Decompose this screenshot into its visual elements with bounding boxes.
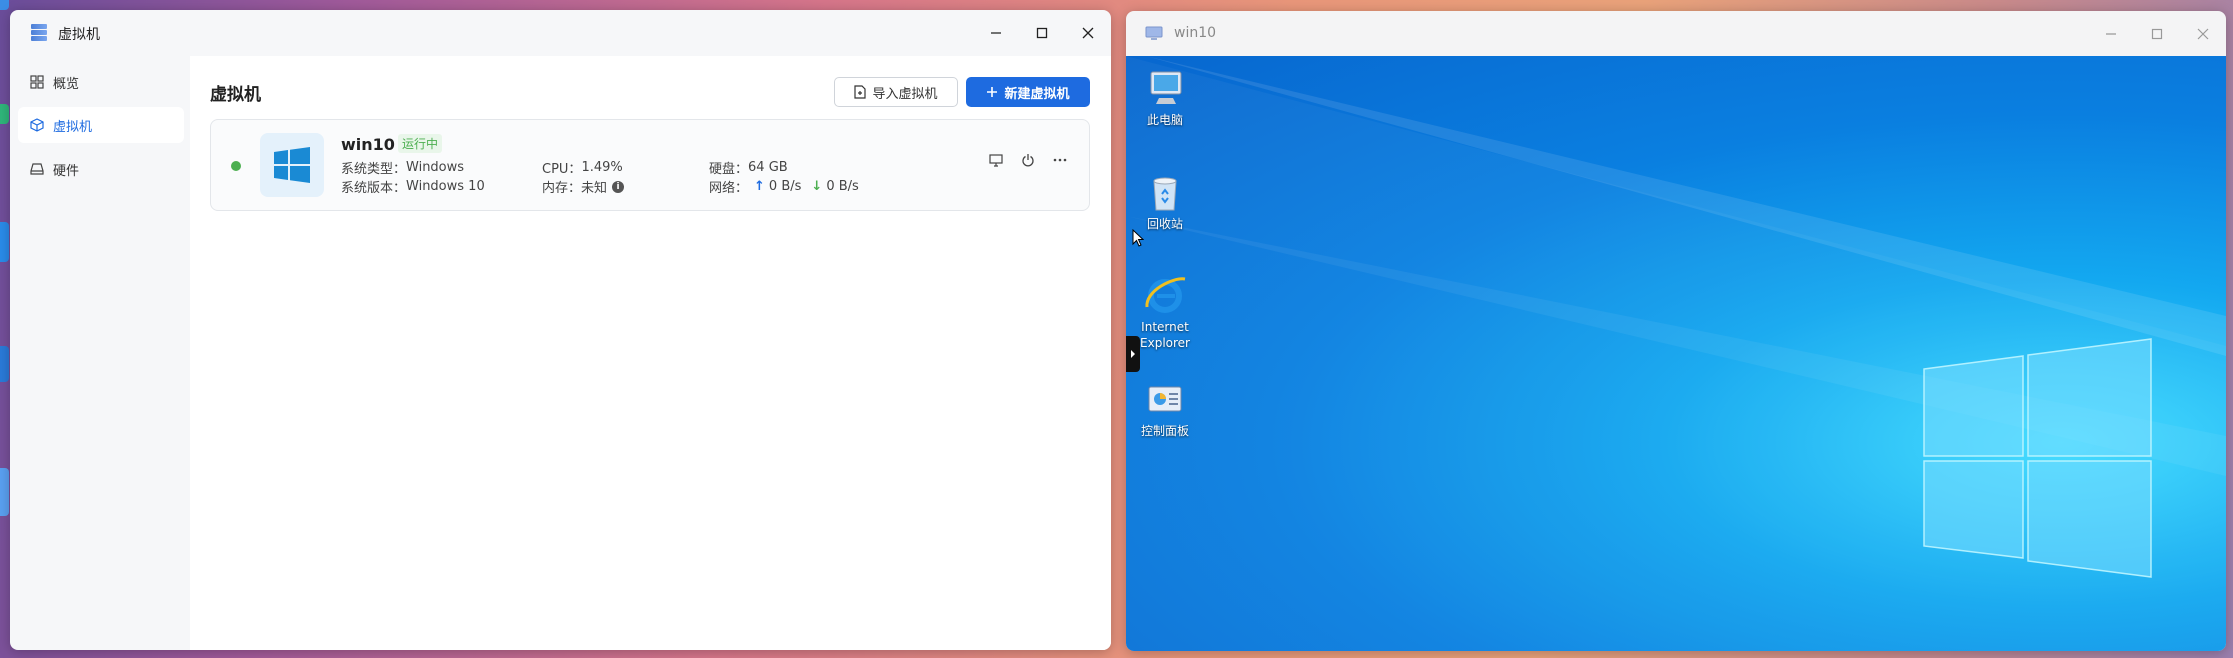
windows-wallpaper-logo [1126, 56, 2226, 651]
os-type-label: 系统类型： [341, 162, 407, 177]
sidebar-item-overview[interactable]: 概览 [18, 64, 184, 100]
cpu-label: CPU： [542, 162, 582, 177]
drive-icon [30, 163, 44, 175]
window-title: 虚拟机 [58, 27, 100, 43]
sidebar: 概览 虚拟机 硬件 [10, 56, 190, 650]
desktop-icon-label: 回收站 [1146, 217, 1183, 231]
desktop-icon-recycle-bin[interactable]: 回收站 [1135, 170, 1195, 232]
maximize-icon [1036, 27, 1048, 38]
maximize-button[interactable] [2134, 11, 2180, 56]
download-arrow-icon: ↓ [811, 179, 823, 194]
cpu-usage: CPU： 1.49% [542, 158, 623, 177]
net-down-value: 0 B/s [826, 179, 859, 194]
network-speed: 网络： ↑ 0 B/s ↓ 0 B/s [709, 177, 859, 196]
minimize-icon [991, 31, 1001, 34]
desktop-icon-control-panel[interactable]: 控制面板 [1135, 377, 1195, 439]
sidebar-item-vms[interactable]: 虚拟机 [18, 107, 184, 143]
windows-logo-icon [260, 133, 324, 197]
close-icon [2197, 28, 2209, 39]
disk-size: 硬盘： 64 GB [709, 158, 788, 177]
os-version-label: 系统版本： [341, 181, 407, 196]
import-vm-button[interactable]: 导入虚拟机 [834, 77, 958, 107]
vm-name[interactable]: win10 [341, 135, 395, 154]
side-panel-toggle[interactable] [1126, 336, 1140, 372]
close-button[interactable] [2180, 11, 2226, 56]
minimize-icon [2106, 32, 2116, 35]
control-panel-icon [1143, 377, 1187, 421]
background-desktop-edge [0, 0, 10, 658]
desktop-icon-label: Internet Explorer [1140, 320, 1190, 350]
vm-card[interactable]: win10 运行中 系统类型： Windows 系统版本： Windows 10 C… [210, 119, 1090, 211]
monitor-icon[interactable] [989, 153, 1003, 167]
os-version-value: Windows 10 [406, 179, 485, 194]
mem-label: 内存： [542, 181, 582, 196]
status-badge: 运行中 [398, 134, 443, 153]
title-bar[interactable]: 虚拟机 [10, 10, 1111, 55]
disk-value: 64 GB [748, 160, 788, 175]
maximize-icon [2151, 28, 2163, 39]
recycle-bin-icon [1143, 170, 1187, 214]
import-vm-label: 导入虚拟机 [872, 86, 938, 102]
close-button[interactable] [1065, 10, 1111, 55]
os-version: 系统版本： Windows 10 [341, 177, 485, 196]
page-title: 虚拟机 [210, 85, 261, 105]
vm-console-window: win10 此电脑 回收站 Internet Explorer 控制面板 [1126, 11, 2226, 651]
vm-manager-window: 虚拟机 概览 虚拟机 硬件 虚拟机 导入虚拟机 新建虚拟机 win10 运行中 … [10, 10, 1111, 650]
chevron-right-icon [1131, 350, 1135, 358]
sidebar-item-hardware[interactable]: 硬件 [18, 151, 184, 187]
close-icon [1082, 27, 1094, 38]
status-dot [231, 161, 241, 171]
title-bar[interactable]: win10 [1126, 11, 2226, 56]
vm-app-icon [29, 23, 49, 43]
maximize-button[interactable] [1019, 10, 1065, 55]
desktop-icon-internet-explorer[interactable]: Internet Explorer [1135, 273, 1195, 351]
window-title: win10 [1174, 25, 1217, 41]
desktop-icon-label: 此电脑 [1146, 113, 1183, 127]
memory-usage: 内存： 未知 i [542, 177, 625, 196]
minimize-button[interactable] [2088, 11, 2134, 56]
mouse-cursor-icon [1132, 229, 1144, 247]
computer-icon [1143, 66, 1187, 110]
os-type: 系统类型： Windows [341, 158, 464, 177]
main-panel: 虚拟机 导入虚拟机 新建虚拟机 win10 运行中 系统类型： Windows 系… [190, 56, 1111, 650]
new-vm-button[interactable]: 新建虚拟机 [966, 77, 1090, 107]
minimize-button[interactable] [973, 10, 1019, 55]
os-type-value: Windows [406, 160, 465, 175]
desktop-icon-this-pc[interactable]: 此电脑 [1135, 66, 1195, 128]
net-label: 网络： [709, 181, 749, 196]
windows-desktop[interactable]: 此电脑 回收站 Internet Explorer 控制面板 [1126, 56, 2226, 651]
sidebar-item-label: 虚拟机 [53, 119, 93, 135]
mem-value: 未知 [581, 181, 608, 196]
more-icon[interactable] [1053, 153, 1067, 167]
sidebar-item-label: 硬件 [53, 163, 80, 179]
cpu-value: 1.49% [581, 160, 623, 175]
plus-icon [987, 87, 998, 97]
disk-label: 硬盘： [709, 162, 749, 177]
cube-icon [30, 118, 44, 132]
sidebar-item-label: 概览 [53, 76, 80, 92]
import-file-icon [854, 85, 867, 99]
desktop-icon-label: 控制面板 [1140, 424, 1189, 438]
net-up-value: 0 B/s [768, 179, 802, 194]
info-icon[interactable]: i [612, 180, 625, 193]
new-vm-label: 新建虚拟机 [1004, 86, 1070, 102]
internet-explorer-icon [1143, 273, 1187, 317]
upload-arrow-icon: ↑ [754, 179, 765, 194]
power-icon[interactable] [1021, 153, 1035, 167]
monitor-app-icon [1145, 26, 1163, 40]
grid-icon [30, 75, 44, 89]
